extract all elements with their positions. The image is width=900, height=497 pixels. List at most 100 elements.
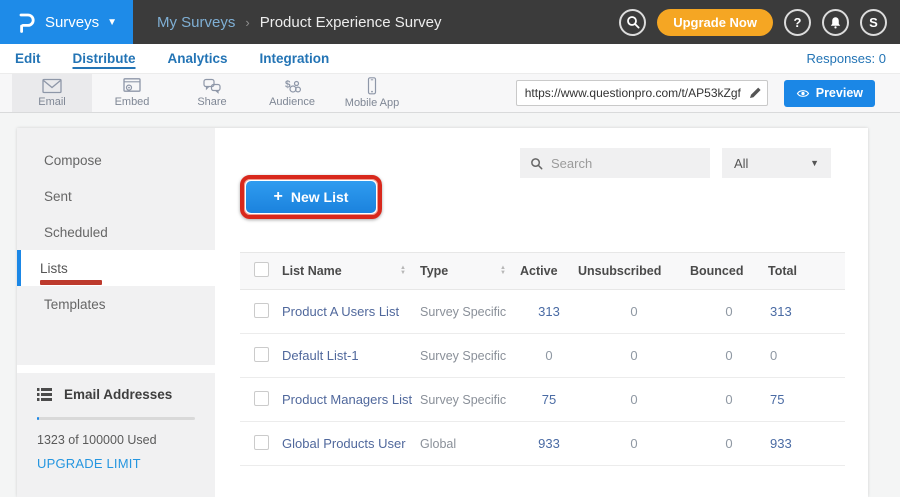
email-distribution-panel: Compose Sent Scheduled Lists Templates bbox=[17, 128, 868, 497]
sidebar-item-lists[interactable]: Lists bbox=[17, 250, 215, 286]
list-type: Survey Specific bbox=[420, 305, 520, 319]
total-count[interactable]: 75 bbox=[768, 392, 845, 407]
sidebar-label-templates: Templates bbox=[44, 297, 106, 312]
select-all-checkbox[interactable] bbox=[254, 262, 269, 277]
search-button[interactable] bbox=[619, 9, 646, 36]
sidebar-item-sent[interactable]: Sent bbox=[17, 178, 215, 214]
active-count[interactable]: 75 bbox=[520, 392, 578, 407]
row-checkbox-cell bbox=[240, 347, 282, 365]
filter-selected-value: All bbox=[734, 156, 748, 171]
list-type: Survey Specific bbox=[420, 349, 520, 363]
bounced-count: 0 bbox=[690, 348, 768, 363]
list-name-link[interactable]: Default List-1 bbox=[282, 348, 420, 363]
toolbar-item-share[interactable]: Share bbox=[172, 74, 252, 112]
survey-url-input[interactable] bbox=[516, 80, 768, 106]
toolbar-item-mobile-app[interactable]: Mobile App bbox=[332, 74, 412, 112]
bounced-count: 0 bbox=[690, 392, 768, 407]
sort-icon[interactable]: ▲▼ bbox=[500, 266, 506, 276]
email-sidebar-menu: Compose Sent Scheduled Lists Templates bbox=[17, 128, 215, 365]
table-row: Product Managers List Survey Specific 75… bbox=[240, 378, 845, 422]
new-list-label: New List bbox=[291, 189, 349, 205]
column-header-active[interactable]: Active bbox=[520, 264, 578, 278]
search-input[interactable] bbox=[551, 156, 691, 171]
lists-table: List Name ▲▼ Type ▲▼ Active Unsubscribed… bbox=[240, 252, 845, 466]
app-root: Surveys ▼ My Surveys › Product Experienc… bbox=[0, 0, 900, 497]
red-highlight-annotation: + New List bbox=[240, 175, 382, 219]
list-type: Global bbox=[420, 437, 520, 451]
tab-edit[interactable]: Edit bbox=[15, 51, 41, 66]
toolbar-label-embed: Embed bbox=[115, 96, 150, 108]
sort-icon[interactable]: ▲▼ bbox=[400, 266, 406, 276]
active-count[interactable]: 313 bbox=[520, 304, 578, 319]
upgrade-now-button[interactable]: Upgrade Now bbox=[657, 9, 773, 36]
edit-url-icon[interactable] bbox=[749, 86, 762, 99]
preview-button[interactable]: Preview bbox=[784, 80, 875, 107]
embed-icon bbox=[122, 78, 142, 94]
help-button[interactable]: ? bbox=[784, 9, 811, 36]
search-box bbox=[520, 148, 710, 178]
sidebar-item-compose[interactable]: Compose bbox=[17, 142, 215, 178]
mobile-app-icon bbox=[366, 77, 378, 95]
list-name-link[interactable]: Product A Users List bbox=[282, 304, 420, 319]
total-count[interactable]: 313 bbox=[768, 304, 845, 319]
responses-count[interactable]: Responses: 0 bbox=[807, 51, 887, 66]
row-checkbox[interactable] bbox=[254, 435, 269, 450]
new-list-button[interactable]: + New List bbox=[246, 181, 376, 213]
usage-progress-bar bbox=[37, 417, 195, 420]
active-count[interactable]: 933 bbox=[520, 436, 578, 451]
account-avatar[interactable]: S bbox=[860, 9, 887, 36]
breadcrumb-my-surveys[interactable]: My Surveys bbox=[157, 14, 235, 31]
sidebar-gap bbox=[17, 365, 215, 373]
column-header-total[interactable]: Total bbox=[768, 264, 845, 278]
tab-distribute[interactable]: Distribute bbox=[73, 51, 136, 66]
table-row: Global Products User Global 933 0 0 933 bbox=[240, 422, 845, 466]
table-row: Product A Users List Survey Specific 313… bbox=[240, 290, 845, 334]
column-header-bounced[interactable]: Bounced bbox=[690, 264, 768, 278]
eye-icon bbox=[796, 88, 810, 99]
breadcrumb-separator: › bbox=[245, 15, 249, 30]
product-switcher[interactable]: Surveys ▼ bbox=[0, 0, 133, 44]
chevron-down-icon: ▼ bbox=[107, 17, 117, 28]
total-count[interactable]: 933 bbox=[768, 436, 845, 451]
usage-text: 1323 of 100000 Used bbox=[37, 433, 195, 447]
page-body: Compose Sent Scheduled Lists Templates bbox=[0, 113, 900, 497]
toolbar-item-audience[interactable]: $ Audience bbox=[252, 74, 332, 112]
list-name-link[interactable]: Product Managers List bbox=[282, 392, 420, 407]
lists-content: All ▼ + New List List Name bbox=[215, 128, 868, 497]
top-header: Surveys ▼ My Surveys › Product Experienc… bbox=[0, 0, 900, 44]
share-icon bbox=[202, 78, 222, 94]
sidebar-label-sent: Sent bbox=[44, 189, 72, 204]
list-controls: All ▼ bbox=[520, 148, 831, 178]
sidebar-item-templates[interactable]: Templates bbox=[17, 286, 215, 322]
upgrade-limit-link[interactable]: UPGRADE LIMIT bbox=[37, 456, 195, 471]
sidebar-item-scheduled[interactable]: Scheduled bbox=[17, 214, 215, 250]
sidebar-label-scheduled: Scheduled bbox=[44, 225, 108, 240]
total-count[interactable]: 0 bbox=[768, 348, 845, 363]
bounced-count: 0 bbox=[690, 304, 768, 319]
toolbar-label-audience: Audience bbox=[269, 96, 315, 108]
table-header-row: List Name ▲▼ Type ▲▼ Active Unsubscribed… bbox=[240, 252, 845, 290]
list-name-link[interactable]: Global Products User bbox=[282, 436, 420, 451]
row-checkbox[interactable] bbox=[254, 391, 269, 406]
row-checkbox[interactable] bbox=[254, 303, 269, 318]
active-count[interactable]: 0 bbox=[520, 348, 578, 363]
notifications-button[interactable] bbox=[822, 9, 849, 36]
plus-icon: + bbox=[274, 188, 283, 206]
row-checkbox[interactable] bbox=[254, 347, 269, 362]
list-filter-dropdown[interactable]: All ▼ bbox=[722, 148, 831, 178]
bell-icon bbox=[828, 15, 843, 30]
questionpro-logo-icon bbox=[16, 11, 37, 34]
audience-icon: $ bbox=[282, 78, 302, 94]
toolbar-item-embed[interactable]: Embed bbox=[92, 74, 172, 112]
row-checkbox-cell bbox=[240, 435, 282, 453]
toolbar-item-email[interactable]: Email bbox=[12, 74, 92, 112]
tab-analytics[interactable]: Analytics bbox=[168, 51, 228, 66]
row-checkbox-cell bbox=[240, 391, 282, 409]
email-addresses-header: Email Addresses bbox=[37, 387, 195, 402]
column-header-unsubscribed[interactable]: Unsubscribed bbox=[578, 264, 690, 278]
tab-integration[interactable]: Integration bbox=[260, 51, 330, 66]
column-header-list-name[interactable]: List Name ▲▼ bbox=[282, 264, 420, 278]
breadcrumb: My Surveys › Product Experience Survey bbox=[157, 14, 441, 31]
page-title: Product Experience Survey bbox=[260, 14, 442, 31]
column-header-type[interactable]: Type ▲▼ bbox=[420, 264, 520, 278]
